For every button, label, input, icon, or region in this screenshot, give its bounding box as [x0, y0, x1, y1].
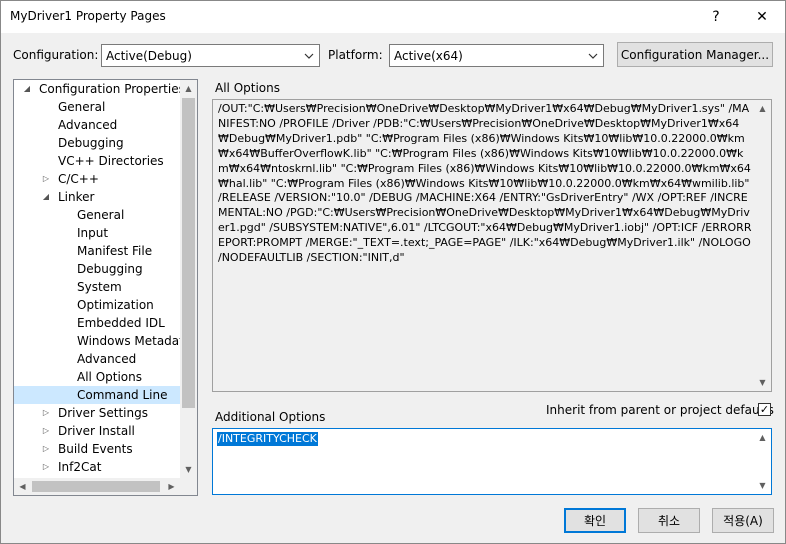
- cancel-button[interactable]: 취소: [638, 508, 700, 533]
- property-pages-dialog: MyDriver1 Property Pages ? ✕ Configurati…: [0, 0, 786, 544]
- expand-icon[interactable]: ▷: [41, 440, 51, 458]
- all-options-scrollbar[interactable]: ▲ ▼: [754, 100, 771, 391]
- tree-item[interactable]: General: [14, 98, 180, 116]
- tree-item-label: VC++ Directories: [58, 154, 164, 168]
- tree-item[interactable]: Input: [14, 224, 180, 242]
- window-title: MyDriver1 Property Pages: [10, 9, 166, 23]
- scroll-down-icon[interactable]: ▼: [754, 477, 771, 494]
- tree-item-label: Inf2Cat: [58, 460, 102, 474]
- tree-item[interactable]: ◢ Configuration Properties: [14, 80, 180, 98]
- tree-vertical-scrollbar[interactable]: ▲ ▼: [180, 80, 197, 478]
- scroll-up-icon[interactable]: ▲: [754, 429, 771, 446]
- tree-item[interactable]: ◢ Linker: [14, 188, 180, 206]
- title-bar: MyDriver1 Property Pages ? ✕: [1, 1, 785, 33]
- all-options-textbox[interactable]: /OUT:"C:₩Users₩Precision₩OneDrive₩Deskto…: [212, 99, 772, 392]
- tree-item[interactable]: Advanced: [14, 116, 180, 134]
- scroll-down-icon[interactable]: ▼: [180, 461, 197, 478]
- tree-item-label: C/C++: [58, 172, 99, 186]
- tree-item[interactable]: ▷ Driver Settings: [14, 404, 180, 422]
- tree-item[interactable]: System: [14, 278, 180, 296]
- tree-item[interactable]: ▷ Driver Install: [14, 422, 180, 440]
- tree-item-label: Driver Install: [58, 424, 135, 438]
- collapse-icon[interactable]: ◢: [41, 188, 51, 206]
- tree-item[interactable]: All Options: [14, 368, 180, 386]
- scroll-right-icon[interactable]: ▶: [163, 478, 180, 495]
- tree-item[interactable]: ▷ Inf2Cat: [14, 458, 180, 476]
- chevron-down-icon: [299, 53, 319, 59]
- tree-item[interactable]: ▷ C/C++: [14, 170, 180, 188]
- tree-item[interactable]: Debugging: [14, 260, 180, 278]
- tree-item-label: Configuration Properties: [39, 82, 180, 96]
- tree-item-label: Driver Settings: [58, 406, 148, 420]
- tree-item[interactable]: Manifest File: [14, 242, 180, 260]
- tree-item[interactable]: Windows Metadata: [14, 332, 180, 350]
- configuration-label: Configuration:: [13, 48, 99, 62]
- tree-item-label: Debugging: [58, 136, 124, 150]
- tree-item-label: Windows Metadata: [77, 334, 180, 348]
- tree-item[interactable]: Debugging: [14, 134, 180, 152]
- additional-options-value: /INTEGRITYCHECK: [217, 432, 318, 446]
- expand-icon[interactable]: ▷: [41, 170, 51, 188]
- additional-options-input[interactable]: /INTEGRITYCHECK ▲ ▼: [212, 428, 772, 495]
- tree-item-label: All Options: [77, 370, 142, 384]
- configuration-dropdown[interactable]: Active(Debug): [101, 44, 320, 67]
- additional-options-label: Additional Options: [215, 410, 326, 424]
- platform-label: Platform:: [328, 48, 383, 62]
- scroll-left-icon[interactable]: ◀: [14, 478, 31, 495]
- expand-icon[interactable]: ▷: [41, 422, 51, 440]
- tree-item-label: General: [77, 208, 125, 222]
- tree-item-label: Build Events: [58, 442, 133, 456]
- tree-item-label: Optimization: [77, 298, 154, 312]
- tree-item[interactable]: ▷ Build Events: [14, 440, 180, 458]
- tree-item-label: Embedded IDL: [77, 316, 165, 330]
- tree-item[interactable]: Command Line: [14, 386, 180, 404]
- checkmark-icon: ✓: [759, 403, 770, 416]
- inherit-checkbox[interactable]: ✓: [758, 403, 771, 416]
- tree-item-label: Manifest File: [77, 244, 153, 258]
- platform-value: Active(x64): [394, 48, 463, 63]
- tree-item-label: Advanced: [58, 118, 118, 132]
- expand-icon[interactable]: ▷: [41, 404, 51, 422]
- scroll-up-icon[interactable]: ▲: [180, 80, 197, 97]
- scroll-up-icon[interactable]: ▲: [754, 100, 771, 117]
- configuration-value: Active(Debug): [106, 48, 192, 63]
- tree-item-label: Input: [77, 226, 109, 240]
- expand-icon[interactable]: ▷: [41, 458, 51, 476]
- tree-item-label: General: [58, 100, 106, 114]
- tree-horizontal-scroll-thumb[interactable]: [32, 481, 160, 492]
- tree-item[interactable]: Advanced: [14, 350, 180, 368]
- close-button[interactable]: ✕: [739, 1, 785, 33]
- scroll-down-icon[interactable]: ▼: [754, 374, 771, 391]
- tree-item[interactable]: Optimization: [14, 296, 180, 314]
- tree-item-label: System: [77, 280, 122, 294]
- tree-item-label: Command Line: [77, 388, 168, 402]
- ok-button[interactable]: 확인: [564, 508, 626, 533]
- inherit-label: Inherit from parent or project defaults: [546, 403, 774, 417]
- collapse-icon[interactable]: ◢: [22, 80, 32, 98]
- tree-item-label: Debugging: [77, 262, 143, 276]
- all-options-text: /OUT:"C:₩Users₩Precision₩OneDrive₩Deskto…: [218, 102, 755, 265]
- property-tree[interactable]: ◢ Configuration Properties General Advanced…: [13, 79, 198, 496]
- tree-vertical-scroll-thumb[interactable]: [182, 98, 195, 408]
- platform-dropdown[interactable]: Active(x64): [389, 44, 604, 67]
- tree-item[interactable]: VC++ Directories: [14, 152, 180, 170]
- additional-options-scrollbar[interactable]: ▲ ▼: [754, 429, 771, 494]
- help-button[interactable]: ?: [693, 1, 739, 33]
- scroll-corner: [180, 478, 197, 495]
- tree-item-label: Advanced: [77, 352, 137, 366]
- tree-item[interactable]: General: [14, 206, 180, 224]
- tree-item[interactable]: Embedded IDL: [14, 314, 180, 332]
- apply-button[interactable]: 적용(A): [712, 508, 774, 533]
- tree-horizontal-scrollbar[interactable]: ◀ ▶: [14, 478, 180, 495]
- tree-item-label: Linker: [58, 190, 95, 204]
- all-options-label: All Options: [215, 81, 280, 95]
- chevron-down-icon: [583, 53, 603, 59]
- configuration-manager-button[interactable]: Configuration Manager...: [617, 42, 773, 67]
